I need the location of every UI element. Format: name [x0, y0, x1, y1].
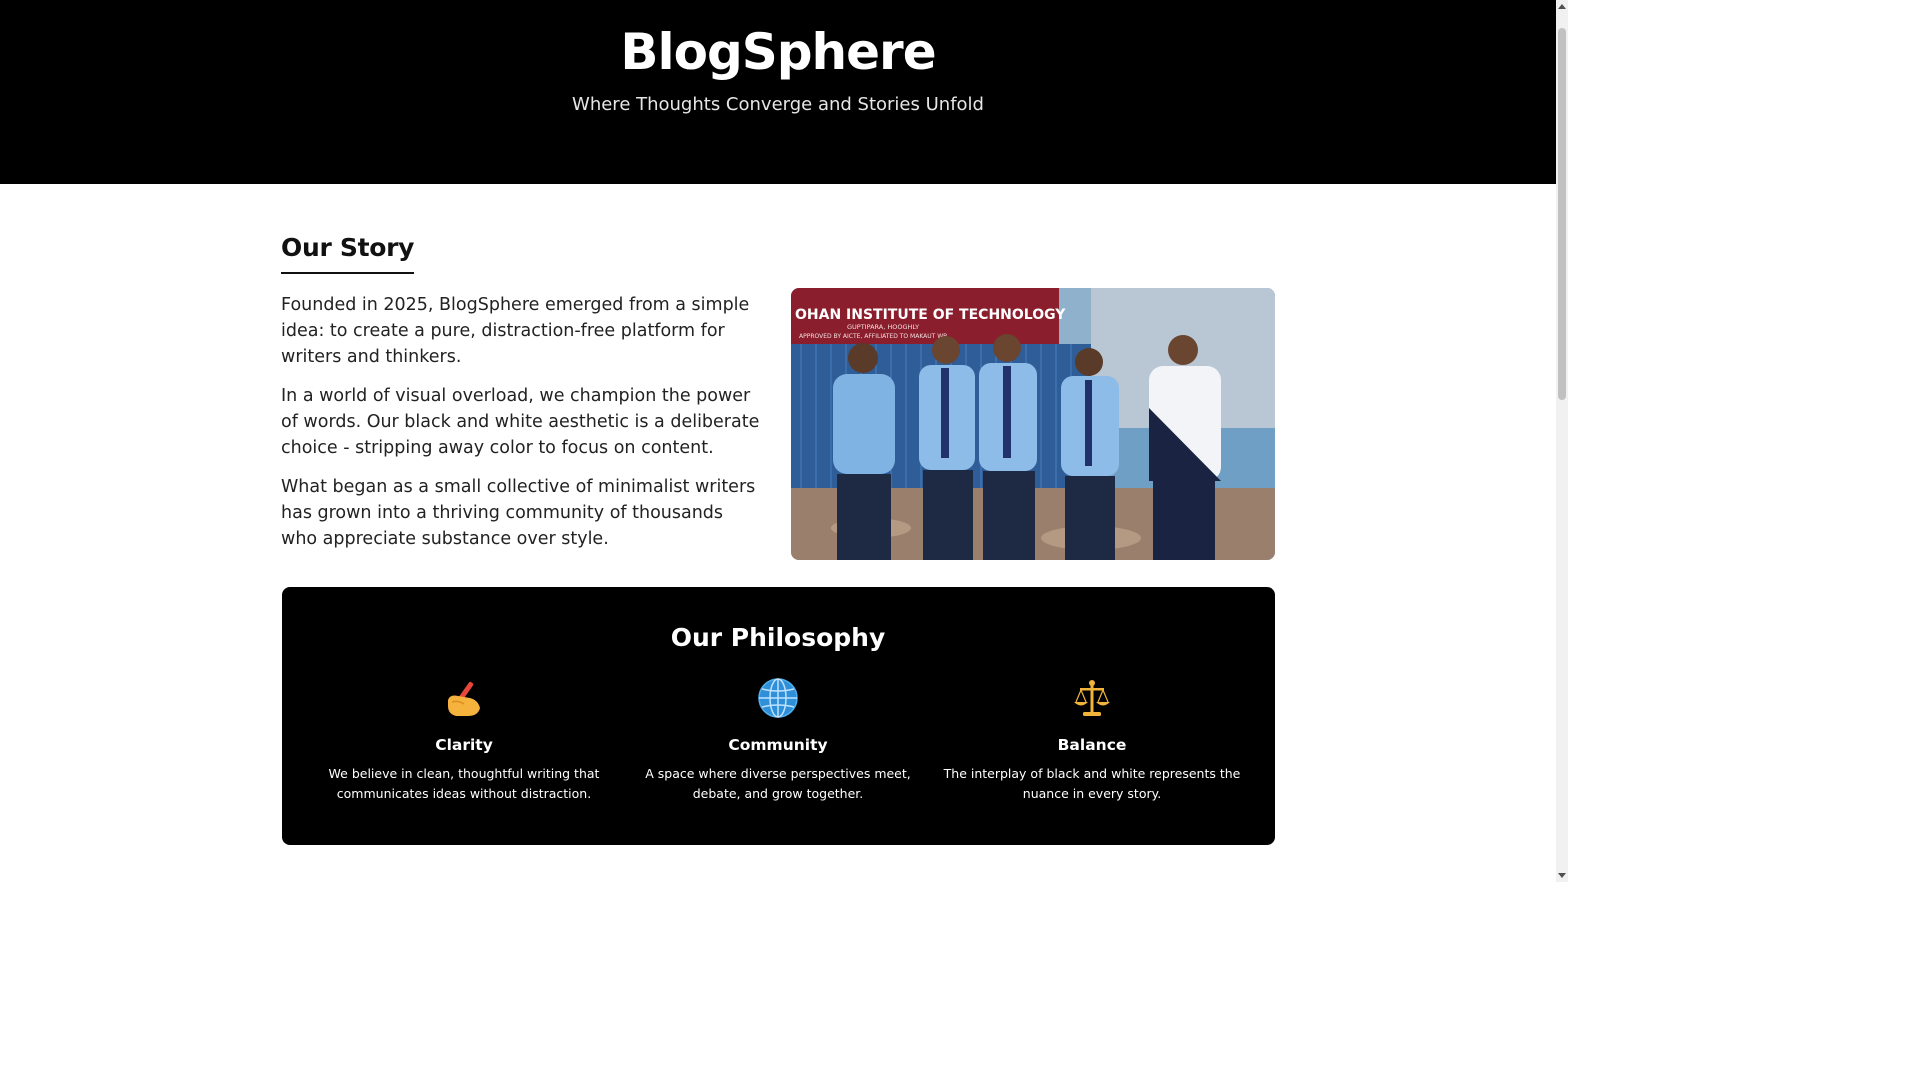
balance-scale-icon: [1074, 680, 1110, 716]
pillar-description: The interplay of black and white represe…: [943, 766, 1241, 801]
story-paragraph: What began as a small collective of mini…: [281, 477, 756, 549]
team-photo-illustration: OHAN INSTITUTE OF TECHNOLOGY GUPTIPARA, …: [791, 288, 1275, 560]
sign-text: OHAN INSTITUTE OF TECHNOLOGY: [795, 307, 1066, 323]
pillar-balance: Balance The interplay of black and white…: [935, 676, 1249, 804]
pillar-clarity: Clarity We believe in clean, thoughtful …: [307, 676, 621, 804]
viewport: BlogSphere Where Thoughts Converge and S…: [0, 0, 1556, 882]
pillar-description: A space where diverse perspectives meet,…: [645, 766, 911, 801]
team-photo: OHAN INSTITUTE OF TECHNOLOGY GUPTIPARA, …: [791, 288, 1275, 560]
next-section-heading-peek: [281, 872, 431, 882]
philosophy-title: Our Philosophy: [670, 623, 886, 652]
writing-hand-icon: [448, 681, 480, 716]
scroll-up-arrow-icon[interactable]: [1557, 2, 1567, 12]
story-paragraph: In a world of visual overload, we champi…: [281, 386, 760, 458]
story-text: Founded in 2025, BlogSphere emerged from…: [281, 292, 763, 565]
story-heading: Our Story: [281, 230, 414, 274]
pillar-name: Clarity: [435, 736, 493, 754]
pillar-name: Balance: [1057, 736, 1127, 754]
sign-subtext: GUPTIPARA, HOOGHLY: [847, 323, 919, 331]
pillar-community: Community A space where diverse perspect…: [621, 676, 935, 804]
scroll-down-arrow-icon[interactable]: [1557, 870, 1567, 880]
globe-icon: [758, 678, 798, 718]
sign-subtext-2: APPROVED BY AICTE, AFFILIATED TO MAKAUT …: [799, 333, 947, 340]
site-header: BlogSphere Where Thoughts Converge and S…: [0, 0, 1556, 184]
page: BlogSphere Where Thoughts Converge and S…: [0, 0, 1568, 882]
scrollbar-thumb[interactable]: [1558, 28, 1566, 400]
vertical-scrollbar[interactable]: [1556, 0, 1568, 882]
site-title: BlogSphere: [620, 23, 936, 81]
site-tagline: Where Thoughts Converge and Stories Unfo…: [572, 94, 984, 115]
story-paragraph: Founded in 2025, BlogSphere emerged from…: [281, 295, 750, 367]
pillar-name: Community: [728, 736, 828, 754]
pillar-description: We believe in clean, thoughtful writing …: [328, 766, 600, 801]
